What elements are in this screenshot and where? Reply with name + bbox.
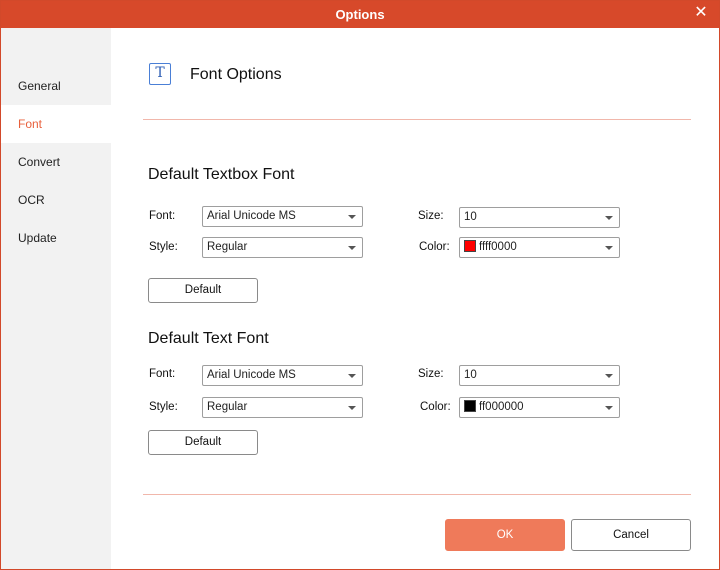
window-title: Options [335, 7, 385, 22]
text-style-label: Style: [149, 401, 178, 413]
text-font-select[interactable]: Arial Unicode MS [202, 365, 363, 386]
text-font-value: Arial Unicode MS [207, 369, 296, 381]
textbox-color-label: Color: [419, 241, 450, 253]
text-size-label: Size: [418, 368, 444, 380]
footer-divider [143, 494, 691, 495]
color-swatch [464, 240, 476, 252]
chevron-down-icon [348, 246, 356, 250]
text-color-value: ff000000 [479, 401, 524, 413]
chevron-down-icon [348, 215, 356, 219]
page-title: Font Options [190, 66, 282, 83]
textbox-section-title: Default Textbox Font [148, 166, 295, 183]
color-swatch [464, 400, 476, 412]
textbox-size-select[interactable]: 10 [459, 207, 620, 228]
text-style-value: Regular [207, 401, 248, 413]
textbox-size-label: Size: [418, 210, 444, 222]
textbox-font-label: Font: [149, 210, 176, 222]
text-size-value: 10 [464, 369, 477, 381]
ok-label: OK [496, 529, 514, 541]
textbox-size-value: 10 [464, 211, 477, 223]
textbox-color-value: ffff0000 [479, 241, 517, 253]
font-options-panel: T Font Options Default Textbox Font Font… [111, 28, 719, 569]
text-default-label: Default [184, 436, 222, 448]
textbox-default-button[interactable]: Default [148, 278, 258, 303]
chevron-down-icon [605, 246, 613, 250]
cancel-label: Cancel [613, 529, 649, 541]
close-icon[interactable]: ✕ [691, 3, 711, 23]
header-divider [143, 119, 691, 120]
text-t-icon: T [149, 63, 171, 85]
sidebar: General Font Convert OCR Update [1, 28, 111, 569]
sidebar-item-general[interactable]: General [1, 67, 111, 105]
options-window: Options ✕ General Font Convert OCR Updat… [0, 0, 720, 570]
cancel-button[interactable]: Cancel [571, 519, 691, 551]
sidebar-item-ocr[interactable]: OCR [1, 181, 111, 219]
textbox-font-value: Arial Unicode MS [207, 210, 296, 222]
chevron-down-icon [348, 406, 356, 410]
text-section-title: Default Text Font [148, 330, 269, 347]
text-font-label: Font: [149, 368, 176, 380]
textbox-style-select[interactable]: Regular [202, 237, 363, 258]
chevron-down-icon [605, 406, 613, 410]
textbox-style-value: Regular [207, 241, 248, 253]
sidebar-item-convert[interactable]: Convert [1, 143, 111, 181]
sidebar-item-font[interactable]: Font [1, 105, 111, 143]
textbox-default-label: Default [184, 284, 222, 296]
chevron-down-icon [605, 374, 613, 378]
ok-button[interactable]: OK [445, 519, 565, 551]
chevron-down-icon [605, 216, 613, 220]
text-style-select[interactable]: Regular [202, 397, 363, 418]
textbox-font-select[interactable]: Arial Unicode MS [202, 206, 363, 227]
textbox-color-select[interactable]: ffff0000 [459, 237, 620, 258]
text-color-select[interactable]: ff000000 [459, 397, 620, 418]
text-color-label: Color: [420, 401, 451, 413]
chevron-down-icon [348, 374, 356, 378]
text-default-button[interactable]: Default [148, 430, 258, 455]
sidebar-item-update[interactable]: Update [1, 219, 111, 257]
textbox-style-label: Style: [149, 241, 178, 253]
text-size-select[interactable]: 10 [459, 365, 620, 386]
title-bar: Options ✕ [1, 1, 719, 28]
